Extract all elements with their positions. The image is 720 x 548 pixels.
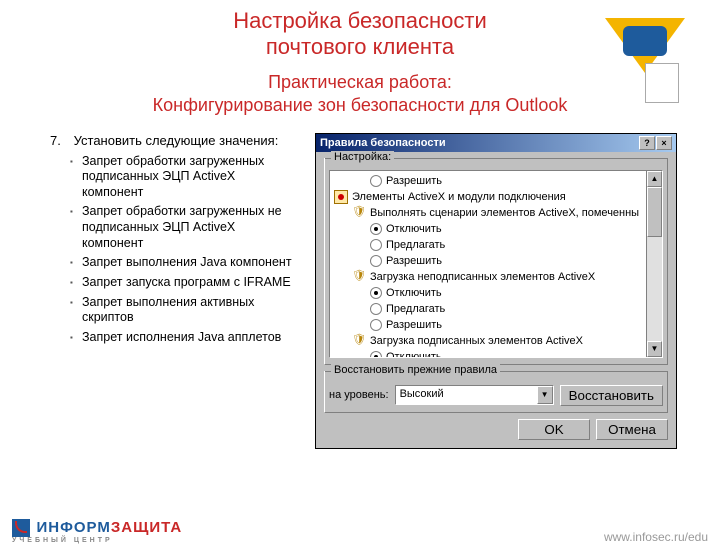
tree-subcategory: Загрузка неподписанных элементов ActiveX: [330, 269, 662, 285]
shield-icon: [352, 270, 366, 284]
scroll-up-button[interactable]: ▲: [647, 171, 662, 187]
tree-item-label: Предлагать: [386, 239, 445, 251]
ok-button[interactable]: OK: [518, 419, 590, 440]
radio-icon[interactable]: [370, 319, 382, 331]
instruction-bullet: Запрет обработки загруженных подписанных…: [70, 154, 300, 201]
tree-radio-option[interactable]: Разрешить: [330, 253, 662, 269]
scroll-down-button[interactable]: ▼: [647, 341, 662, 357]
tree-radio-option[interactable]: Отключить: [330, 349, 662, 358]
tree-radio-option[interactable]: Отключить: [330, 221, 662, 237]
dialog-titlebar[interactable]: Правила безопасности ? ×: [316, 134, 676, 152]
tree-category: Элементы ActiveX и модули подключения: [330, 189, 662, 205]
tree-item-label: Загрузка подписанных элементов ActiveX: [370, 335, 583, 347]
decorative-corner-graphic: [605, 18, 685, 98]
footer-logo: ИНФОРМЗАЩИТА УЧЕБНЫЙ ЦЕНТР: [12, 519, 182, 544]
step-text: Установить следующие значения:: [74, 133, 279, 148]
tree-scrollbar[interactable]: ▲ ▼: [646, 171, 662, 357]
tree-radio-option[interactable]: Предлагать: [330, 237, 662, 253]
settings-tree[interactable]: Разрешить Элементы ActiveX и модули подкл…: [329, 170, 663, 358]
tree-item-label: Разрешить: [386, 319, 442, 331]
tree-subcategory: Выполнять сценарии элементов ActiveX, по…: [330, 205, 662, 221]
cancel-button[interactable]: Отмена: [596, 419, 668, 440]
restore-level-label: на уровень:: [329, 389, 389, 401]
help-button[interactable]: ?: [639, 136, 655, 150]
tree-subcategory: Загрузка подписанных элементов ActiveX: [330, 333, 662, 349]
radio-icon[interactable]: [370, 223, 382, 235]
settings-group: Настройка: РазрешитьЭлементы ActiveX и м…: [324, 158, 668, 365]
tree-radio-option[interactable]: Разрешить: [330, 173, 662, 189]
tree-item-label: Отключить: [386, 287, 442, 299]
step-number: 7.: [50, 133, 70, 148]
tree-item-label: Отключить: [386, 351, 442, 358]
shield-icon: [352, 334, 366, 348]
tree-radio-option[interactable]: Предлагать: [330, 301, 662, 317]
tree-item-label: Элементы ActiveX и модули подключения: [352, 191, 566, 203]
radio-icon[interactable]: [370, 175, 382, 187]
tree-radio-option[interactable]: Отключить: [330, 285, 662, 301]
instruction-bullet: Запрет выполнения Java компонент: [70, 255, 300, 271]
tree-item-label: Разрешить: [386, 175, 442, 187]
scroll-thumb[interactable]: [647, 187, 662, 237]
category-icon: [334, 190, 348, 204]
instruction-bullet: Запрет обработки загруженных не подписан…: [70, 204, 300, 251]
radio-icon[interactable]: [370, 303, 382, 315]
tree-item-label: Отключить: [386, 223, 442, 235]
instruction-bullet: Запрет выполнения активных скриптов: [70, 295, 300, 326]
radio-icon[interactable]: [370, 239, 382, 251]
shield-icon: [352, 206, 366, 220]
tree-item-label: Выполнять сценарии элементов ActiveX, по…: [370, 207, 639, 219]
instruction-bullet: Запрет исполнения Java апплетов: [70, 330, 300, 346]
security-rules-dialog: Правила безопасности ? × Настройка: Разр…: [315, 133, 677, 449]
footer-logo-icon: [12, 519, 30, 537]
restore-level-combo[interactable]: Высокий ▼: [395, 385, 554, 405]
dialog-title: Правила безопасности: [320, 137, 446, 149]
restore-group-label: Восстановить прежние правила: [331, 364, 500, 376]
settings-label: Настройка:: [331, 151, 394, 163]
combo-dropdown-button[interactable]: ▼: [537, 386, 553, 404]
tree-item-label: Предлагать: [386, 303, 445, 315]
close-button[interactable]: ×: [656, 136, 672, 150]
radio-icon[interactable]: [370, 351, 382, 358]
radio-icon[interactable]: [370, 287, 382, 299]
radio-icon[interactable]: [370, 255, 382, 267]
tree-radio-option[interactable]: Разрешить: [330, 317, 662, 333]
tree-item-label: Загрузка неподписанных элементов ActiveX: [370, 271, 595, 283]
instructions-panel: 7. Установить следующие значения: Запрет…: [50, 133, 300, 449]
instruction-bullet: Запрет запуска программ с IFRAME: [70, 275, 300, 291]
restore-button[interactable]: Восстановить: [560, 385, 663, 406]
restore-group: Восстановить прежние правила на уровень:…: [324, 371, 668, 413]
restore-level-value: Высокий: [396, 386, 537, 404]
footer-url: www.infosec.ru/edu: [604, 530, 708, 544]
tree-item-label: Разрешить: [386, 255, 442, 267]
